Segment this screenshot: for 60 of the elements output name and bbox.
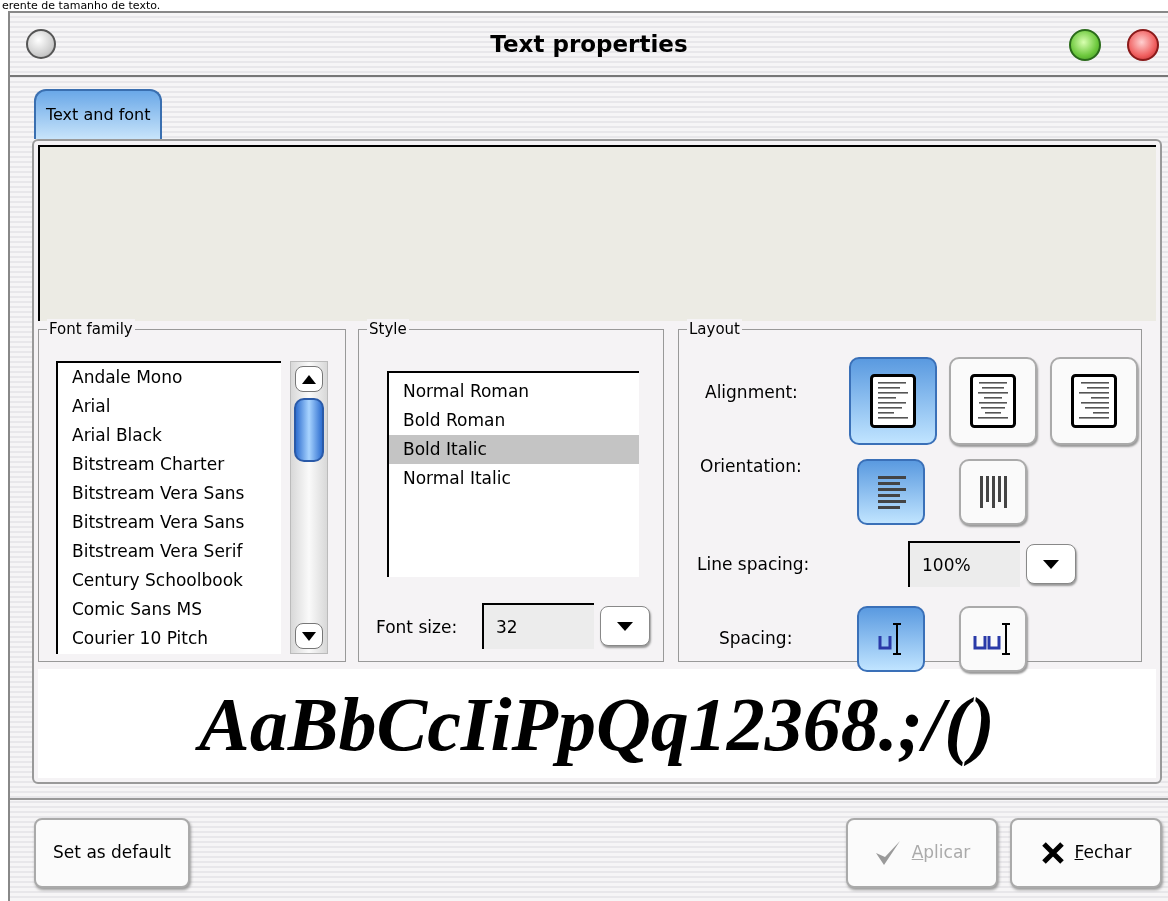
field-label: Spacing: [719,627,793,650]
close-button[interactable] [1127,29,1159,61]
scrollbar-thumb[interactable] [294,398,324,462]
vertical-text-icon [978,474,1008,510]
list-item[interactable]: Andale Mono [58,363,281,392]
down-arrow-icon [302,631,316,641]
option-button[interactable] [949,357,1037,445]
list-item[interactable]: Bold Roman [389,406,639,435]
tab[interactable]: Text and font [34,89,163,139]
window-title: Text properties [490,29,688,59]
option-button[interactable] [959,606,1027,672]
field-label: Orientation: [700,455,802,478]
group-label: Layout [687,319,742,339]
list-item[interactable]: Bold Italic [389,435,639,464]
list-item[interactable]: Bitstream Vera Sans [58,479,281,508]
list-item[interactable]: Comic Sans MS [58,595,281,624]
list-item[interactable]: Bitstream Charter [58,450,281,479]
list-item[interactable]: Arial [58,392,281,421]
dropdown-button[interactable] [1026,544,1076,584]
line-spacing-field[interactable]: 100% [908,541,1020,587]
close-button[interactable]: Fechar [1010,818,1162,888]
caption-text: erente de tamanho de texto. [2,0,161,11]
narrow-spacing-icon [878,622,904,656]
list-item[interactable]: Normal Roman [389,377,639,406]
group-label: Style [367,319,409,339]
font-list[interactable]: Andale Mono Arial Arial Black Bitstream Charter Bitstream Vera Sans Bitstream Vera Sans Bitstream Vera Serif Century Schoolbook Comic Sans MS Courier 10 Pitch [56,361,281,654]
horizontal-text-icon [876,474,906,510]
style-list[interactable]: Normal Roman Bold Roman Bold Italic Normal Italic [387,371,639,577]
right-align-icon [1071,374,1117,428]
list-item[interactable]: Bitstream Vera Sans [58,508,281,537]
dropdown-arrow-icon [617,621,633,631]
maximize-button[interactable] [1069,29,1101,61]
option-button[interactable] [857,459,925,525]
center-align-icon [970,374,1016,428]
dropdown-button[interactable] [600,606,650,646]
window-menu-button[interactable] [26,29,56,59]
scroll-up-button[interactable] [295,366,323,392]
set-default-button[interactable]: Set as default [34,818,190,888]
left-align-icon [870,374,916,428]
group-label: Font family [47,319,135,339]
field-label: Line spacing: [697,553,810,576]
field-label: Font size: [376,616,458,639]
option-button[interactable] [849,357,937,445]
list-item[interactable]: Bitstream Vera Serif [58,537,281,566]
list-item[interactable]: Century Schoolbook [58,566,281,595]
dropdown-arrow-icon [1043,559,1059,569]
font-size-field[interactable]: 32 [482,603,594,649]
list-item[interactable]: Courier 10 Pitch [58,624,281,653]
text-input-area[interactable] [38,145,1156,321]
list-item[interactable]: Arial Black [58,421,281,450]
close-icon [1040,841,1065,865]
field-label: Alignment: [705,381,798,404]
up-arrow-icon [302,374,316,384]
list-item[interactable]: Normal Italic [389,464,639,493]
scrollbar[interactable] [290,361,328,654]
option-button[interactable] [959,459,1027,525]
option-button[interactable] [857,606,925,672]
scroll-down-button[interactable] [295,623,323,649]
option-button[interactable] [1050,357,1138,445]
wide-spacing-icon [973,622,1013,656]
